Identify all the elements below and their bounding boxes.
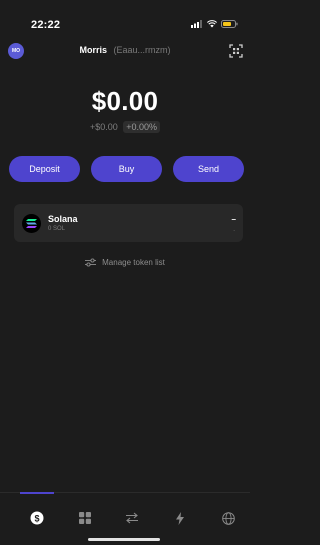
action-row: Deposit Buy Send [9,156,244,182]
token-value: – [231,215,236,224]
balance-amount: $0.00 [91,86,159,116]
token-name: Solana [48,214,78,224]
tab-activity[interactable] [170,508,190,528]
signal-icon [191,20,202,28]
svg-text:$: $ [34,513,39,523]
lightning-icon [176,511,184,525]
account-selector[interactable]: Morris (Eaau...rmzm) [0,45,250,55]
grid-icon [79,512,91,524]
solana-logo-icon [22,214,41,233]
home-indicator [88,538,160,541]
qr-scan-icon [229,44,243,58]
account-name: Morris [79,45,107,55]
manage-token-label: Manage token list [102,258,165,267]
token-row-solana[interactable]: Solana 0 SOL – - [14,204,243,242]
status-time: 22:22 [31,19,61,31]
send-button[interactable]: Send [173,156,244,182]
account-header: MO Morris (Eaau...rmzm) [0,41,250,61]
tab-bar: $ [0,492,250,545]
balance-section: $0.00 +$0.00 +0.00% [0,86,250,133]
tab-swap[interactable] [122,508,142,528]
status-bar: 22:22 [0,0,250,40]
dollar-icon: $ [30,511,44,525]
balance-change-percent: +0.00% [123,121,161,133]
tab-browser[interactable] [218,508,238,528]
globe-icon [221,511,235,525]
swap-icon [126,512,138,524]
wifi-icon [207,20,217,28]
token-balance: 0 SOL [48,226,66,232]
qr-scan-button[interactable] [228,43,244,59]
deposit-button[interactable]: Deposit [9,156,80,182]
token-change: - [233,228,235,234]
tab-collectibles[interactable] [75,508,95,528]
battery-icon [221,20,238,28]
balance-change-value: +$0.00 [89,122,118,132]
account-address: (Eaau...rmzm) [113,45,171,55]
tab-active-indicator [20,492,54,494]
balance-change: +$0.00 +0.00% [0,121,250,133]
buy-button[interactable]: Buy [91,156,162,182]
tab-wallet[interactable]: $ [27,508,47,528]
sliders-icon [85,258,97,267]
status-icons [191,20,238,28]
manage-token-list-button[interactable]: Manage token list [0,258,250,267]
